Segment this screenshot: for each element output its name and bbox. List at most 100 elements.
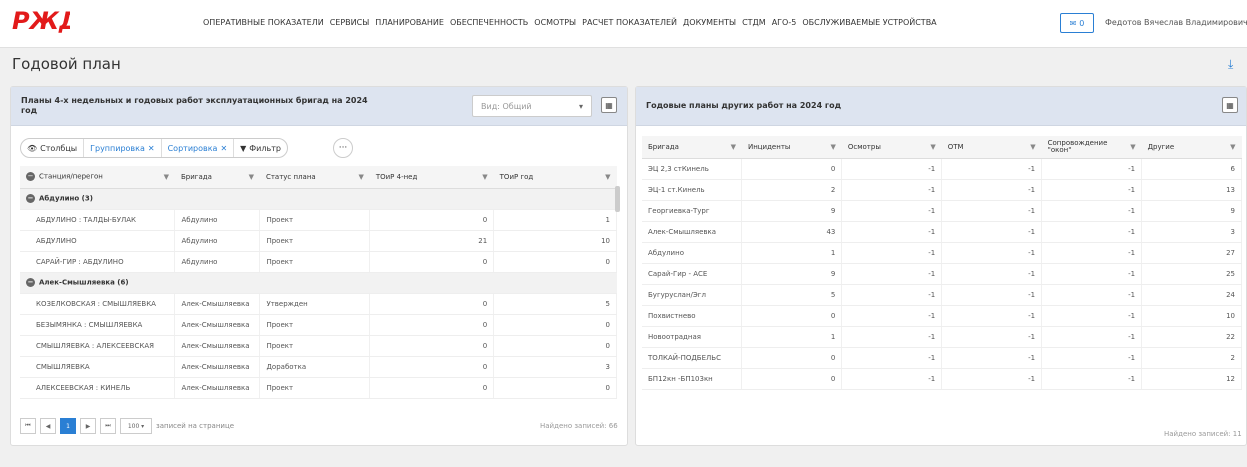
collapse-icon[interactable]: −	[26, 194, 35, 203]
nav-item[interactable]: РАСЧЕТ ПОКАЗАТЕЛЕЙ	[582, 18, 677, 27]
filter-icon[interactable]: ▼	[164, 173, 169, 181]
filter-icon[interactable]: ▼	[930, 143, 935, 151]
table-cell: -1	[841, 347, 943, 369]
first-page-button[interactable]: ⏮	[20, 418, 36, 434]
column-header[interactable]: ОТМ ▼	[941, 136, 1042, 159]
more-button[interactable]: ···	[333, 138, 353, 158]
user-name[interactable]: Федотов Вячеслав Владимирович	[1105, 18, 1247, 27]
nav-item[interactable]: СЕРВИСЫ	[330, 18, 370, 27]
table-row[interactable]: Сарай-Гир - АСЕ 9 -1 -1 -1 25	[642, 263, 1242, 285]
page-size-select[interactable]: 100 ▾	[120, 418, 152, 434]
nav-item[interactable]: ОПЕРАТИВНЫЕ ПОКАЗАТЕЛИ	[203, 18, 324, 27]
table-row[interactable]: СМЫШЛЯЕВКА : АЛЕКСЕЕВСКАЯ Алек-Смышляевка…	[20, 335, 617, 357]
collapse-icon[interactable]: −	[26, 278, 35, 287]
column-header-label: Инциденты	[747, 142, 791, 151]
nav-item[interactable]: ПЛАНИРОВАНИЕ	[375, 18, 444, 27]
table-row[interactable]: КОЗЕЛКОВСКАЯ : СМЫШЛЯЕВКА Алек-Смышляевка…	[20, 293, 617, 315]
mail-button[interactable]: ✉ 0	[1060, 13, 1094, 33]
filter-icon[interactable]: ▼	[605, 173, 610, 181]
table-row[interactable]: БП12кн -БП103кн 0 -1 -1 -1 12	[642, 368, 1242, 390]
table-row[interactable]: АБДУЛИНО Абдулино Проект 21 10	[20, 230, 617, 252]
table-row[interactable]: БЕЗЫМЯНКА : СМЫШЛЯЕВКА Алек-Смышляевка Про…	[20, 314, 617, 336]
table-cell: -1	[1041, 368, 1143, 390]
group-row[interactable]: − Алек-Смышляевка (6)	[20, 272, 617, 294]
column-header[interactable]: − Станция/перегон ▼	[20, 166, 175, 189]
prev-page-button[interactable]: ◀	[40, 418, 56, 434]
group-row[interactable]: − Абдулино (3)	[20, 188, 617, 210]
filter-button[interactable]: ▼ Фильтр	[234, 139, 287, 157]
table-cell: 27	[1141, 242, 1242, 264]
column-header[interactable]: Бригада ▼	[642, 136, 742, 159]
nav-item[interactable]: ОБСЛУЖИВАЕМЫЕ УСТРОЙСТВА	[802, 18, 936, 27]
nav-item[interactable]: ОБЕСПЕЧЕННОСТЬ	[450, 18, 528, 27]
table-cell: 9	[741, 200, 843, 222]
nav-item[interactable]: ДОКУМЕНТЫ	[683, 18, 736, 27]
table-row[interactable]: ЭЦ-1 ст.Кинель 2 -1 -1 -1 13	[642, 179, 1242, 201]
table-row[interactable]: АЛЕКСЕЕВСКАЯ : КИНЕЛЬ Алек-Смышляевка Прое…	[20, 377, 617, 399]
svg-text:РЖД: РЖД	[12, 7, 70, 33]
next-page-button[interactable]: ▶	[80, 418, 96, 434]
column-header[interactable]: Бригада ▼	[174, 166, 260, 189]
table-cell: -1	[941, 368, 1043, 390]
columns-button[interactable]: 👁 Столбцы	[21, 139, 85, 157]
nav-item[interactable]: ОСМОТРЫ	[534, 18, 576, 27]
table-row[interactable]: САРАЙ-ГИР : АБДУЛИНО Абдулино Проект 0 0	[20, 251, 617, 273]
column-header[interactable]: Статус плана ▼	[259, 166, 370, 189]
column-header-label: Статус плана	[265, 172, 316, 181]
filter-icon[interactable]: ▼	[358, 173, 363, 181]
table-cell: -1	[841, 305, 943, 327]
nav-item[interactable]: СТДМ	[742, 18, 766, 27]
filter-icon[interactable]: ▼	[1230, 143, 1235, 151]
last-page-button[interactable]: ⏭	[100, 418, 116, 434]
page-size-label: записей на странице	[156, 422, 235, 430]
sorting-button[interactable]: Сортировка ✕	[162, 139, 235, 157]
chevron-down-icon: ▾	[578, 101, 583, 111]
filter-icon[interactable]: ▼	[1130, 143, 1135, 151]
table-cell: Абдулино	[174, 230, 261, 252]
table-row[interactable]: Бугуруслан/Эгл 5 -1 -1 -1 24	[642, 284, 1242, 306]
table-cell: -1	[1041, 158, 1143, 180]
page-button[interactable]: 1	[60, 418, 76, 434]
table-cell: 0	[741, 347, 843, 369]
close-icon[interactable]: ✕	[217, 139, 227, 157]
close-icon[interactable]: ✕	[145, 139, 155, 157]
nav-item[interactable]: АГО-5	[772, 18, 797, 27]
filter-icon[interactable]: ▼	[731, 143, 736, 151]
filter-icon[interactable]: ▼	[249, 173, 254, 181]
table-row[interactable]: АБДУЛИНО : ТАЛДЫ-БУЛАК Абдулино Проект 0 1	[20, 209, 617, 231]
excel-export-icon[interactable]: ▦	[1222, 97, 1238, 113]
table-row[interactable]: Абдулино 1 -1 -1 -1 27	[642, 242, 1242, 264]
panel-header: Планы 4-х недельных и годовых работ эксп…	[11, 87, 627, 126]
table-cell: ЭЦ 2,3 стКинель	[642, 158, 743, 180]
table-cell: Проект	[259, 335, 371, 357]
table-cell: Алек-Смышляевка	[174, 377, 261, 399]
column-header[interactable]: Осмотры ▼	[841, 136, 942, 159]
grouping-button[interactable]: Группировка ✕	[84, 139, 162, 157]
table-row[interactable]: Алек-Смышляевка 43 -1 -1 -1 3	[642, 221, 1242, 243]
table-row[interactable]: СМЫШЛЯЕВКА Алек-Смышляевка Доработка 0 3	[20, 356, 617, 378]
table-cell: Георгиевка-Тург	[642, 200, 743, 222]
view-select[interactable]: Вид: Общий ▾	[472, 95, 592, 117]
table-row[interactable]: ТОЛКАЙ-ПОДБЕЛЬС 0 -1 -1 -1 2	[642, 347, 1242, 369]
filter-icon[interactable]: ▼	[830, 143, 835, 151]
filter-icon[interactable]: ▼	[482, 173, 487, 181]
table-cell: 0	[369, 377, 495, 399]
column-header[interactable]: ТОиР год ▼	[493, 166, 617, 189]
table-row[interactable]: Новоотрадная 1 -1 -1 -1 22	[642, 326, 1242, 348]
table-cell: 2	[741, 179, 843, 201]
collapse-all-icon[interactable]: −	[26, 172, 35, 182]
filter-icon[interactable]: ▼	[1030, 143, 1035, 151]
rzd-logo[interactable]: РЖД	[12, 7, 70, 33]
column-header[interactable]: Сопровождение "окон" ▼	[1041, 136, 1142, 159]
table-row[interactable]: Похвистнево 0 -1 -1 -1 10	[642, 305, 1242, 327]
table-row[interactable]: ЭЦ 2,3 стКинель 0 -1 -1 -1 6	[642, 158, 1242, 180]
column-header[interactable]: Другие ▼	[1141, 136, 1242, 159]
table-row[interactable]: Георгиевка-Тург 9 -1 -1 -1 9	[642, 200, 1242, 222]
column-header[interactable]: Инциденты ▼	[741, 136, 842, 159]
column-header[interactable]: ТОиР 4-нед ▼	[369, 166, 494, 189]
table-cell: 1	[741, 242, 843, 264]
download-icon[interactable]: ⤓	[1228, 57, 1233, 72]
excel-export-icon[interactable]: ▦	[601, 97, 617, 113]
scrollbar[interactable]	[615, 186, 620, 212]
table-cell: АБДУЛИНО : ТАЛДЫ-БУЛАК	[20, 209, 176, 231]
